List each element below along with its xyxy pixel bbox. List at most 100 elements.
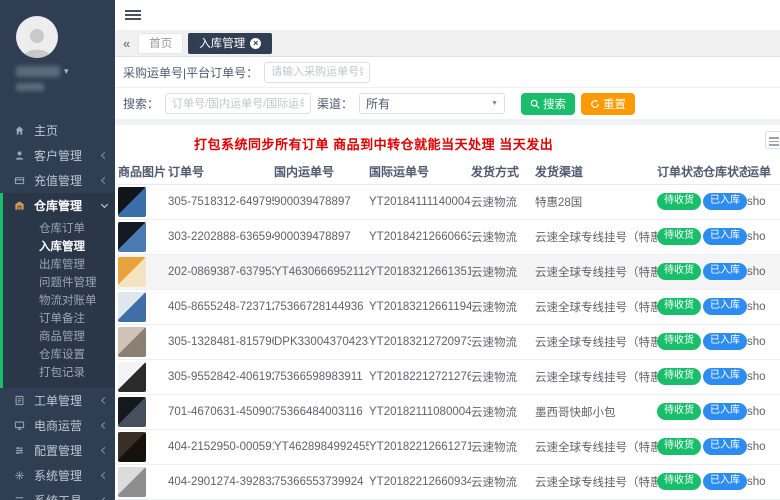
sidebar-subitem-warehouse-orders[interactable]: 仓库订单 — [3, 220, 115, 238]
refresh-icon — [591, 99, 599, 108]
table-row[interactable]: 305-7518312-6497952 900039478897 YT2018411… — [118, 184, 780, 220]
table-row[interactable]: 405-8655248-7237124 75366728144936 YT20183… — [118, 289, 780, 325]
warehouse-status-badge: 已入库 — [703, 438, 747, 455]
sidebar-subitem-order-remarks[interactable]: 订单备注 — [3, 310, 115, 328]
user-icon — [14, 150, 28, 162]
purchase-tracking-label: 采购运单号|平台订单号： — [123, 65, 259, 80]
app-window: ▾ 主页 客户管理 充值管理 仓库管理仓库订单 入库管理 出库管理 问题件管理 物流对账单 订单… — [0, 0, 780, 500]
order-number-cell: 404-2152950-0005918 — [168, 429, 274, 465]
user-name-blurred[interactable]: ▾ — [16, 66, 115, 77]
product-image[interactable] — [118, 326, 146, 357]
purchase-tracking-input[interactable] — [264, 61, 371, 83]
member-cell: sho — [747, 429, 780, 465]
chevron-left-icon — [100, 421, 109, 430]
table-row[interactable]: 305-1328481-8157960 DPK330043704233 YT2018… — [118, 324, 780, 360]
shipping-channel-cell: 云速全球专线挂号（特惠带电） — [535, 464, 657, 500]
order-status-badge: 待收货 — [657, 333, 701, 350]
warehouse-status-badge: 已入库 — [703, 368, 747, 385]
table-row[interactable]: 202-0869387-6379533 YT4630666952112 YT2018… — [118, 254, 780, 290]
chevron-down-icon: ▾ — [64, 66, 69, 76]
sidebar-item-system-tools[interactable]: 系统工具 — [0, 488, 115, 500]
product-image[interactable] — [118, 466, 146, 497]
intl-tracking-cell: YT2018421266066390 — [369, 219, 471, 255]
warehouse-status-cell: 已入库 — [703, 184, 747, 220]
sidebar-menu: 主页 客户管理 充值管理 仓库管理仓库订单 入库管理 出库管理 问题件管理 物流对账单 订单备注… — [0, 118, 115, 500]
sidebar-subitem-logistics-statement[interactable]: 物流对账单 — [3, 292, 115, 310]
product-image[interactable] — [118, 361, 146, 392]
order-status-cell: 待收货 — [657, 254, 703, 290]
shipping-channel-cell: 云速全球专线挂号（特惠带电） — [535, 289, 657, 325]
tabs-collapse-button[interactable]: « — [119, 36, 134, 51]
warehouse-status-badge: 已入库 — [703, 333, 747, 350]
menu-toggle-icon[interactable] — [125, 8, 141, 22]
chevron-left-icon — [100, 176, 109, 185]
tab-inbound-mgmt[interactable]: 入库管理 × — [188, 32, 273, 54]
search-input[interactable] — [165, 93, 312, 114]
sidebar-subitem-outbound-mgmt[interactable]: 出库管理 — [3, 256, 115, 274]
table-row[interactable]: 701-4670631-4509033 75366484003116 YT20182… — [118, 394, 780, 430]
product-image[interactable] — [118, 186, 146, 217]
filter-panel: 采购运单号|平台订单号： 搜索： 渠道： 所有 ▼ — [115, 57, 780, 119]
member-cell: sho — [747, 289, 780, 325]
table-row[interactable]: 404-2152950-0005918 YT4628984992455 YT2018… — [118, 429, 780, 465]
monitor-icon — [14, 420, 28, 432]
shipping-method-cell: 云速物流 — [471, 359, 535, 395]
shipping-channel-cell: 特惠28国 — [535, 184, 657, 220]
table-row[interactable]: 404-2901274-3928327 75366553739924 YT20182… — [118, 464, 780, 500]
shipping-method-cell: 云速物流 — [471, 394, 535, 430]
shipping-method-cell: 云速物流 — [471, 289, 535, 325]
sidebar-item-warehouse-mgmt[interactable]: 仓库管理 — [3, 193, 115, 218]
order-status-badge: 待收货 — [657, 438, 701, 455]
product-image[interactable] — [118, 431, 146, 462]
shipping-channel-cell: 云速全球专线挂号（特惠普货） — [535, 359, 657, 395]
chevron-left-icon — [100, 471, 109, 480]
product-image-cell — [118, 219, 168, 255]
table-panel: 打包系统同步所有订单 商品到中转仓就能当天处理 当天发出 商品图片 订单号 国内运单… — [115, 125, 780, 500]
member-cell: sho — [747, 464, 780, 500]
order-status-cell: 待收货 — [657, 219, 703, 255]
warehouse-status-cell: 已入库 — [703, 359, 747, 395]
sidebar-item-customer-mgmt[interactable]: 客户管理 — [0, 143, 115, 168]
close-icon[interactable]: × — [250, 37, 262, 49]
product-image[interactable] — [118, 221, 146, 252]
search-button[interactable]: 搜索 — [521, 92, 576, 115]
order-number-cell: 701-4670631-4509033 — [168, 394, 274, 430]
warehouse-icon — [14, 200, 28, 212]
product-image-cell — [118, 254, 168, 290]
warehouse-status-cell: 已入库 — [703, 254, 747, 290]
intl-tracking-cell: YT2018321266119403 — [369, 289, 471, 325]
sidebar-item-workorder-mgmt[interactable]: 工单管理 — [0, 388, 115, 413]
table-row[interactable]: 305-9552842-4061929 75366598983911 YT20182… — [118, 359, 780, 395]
sidebar-subitem-warehouse-settings[interactable]: 仓库设置 — [3, 346, 115, 364]
sidebar-item-system-mgmt[interactable]: 系统管理 — [0, 463, 115, 488]
order-status-badge: 待收货 — [657, 368, 701, 385]
avatar[interactable] — [16, 16, 58, 58]
chevron-left-icon — [100, 396, 109, 405]
sidebar-item-ecommerce-ops[interactable]: 电商运营 — [0, 413, 115, 438]
intl-tracking-cell: YT2018411114000469 — [369, 184, 471, 220]
warehouse-status-cell: 已入库 — [703, 394, 747, 430]
member-cell: sho — [747, 324, 780, 360]
intl-tracking-cell: YT2018221266127119 — [369, 429, 471, 465]
sidebar-subitem-inbound-mgmt[interactable]: 入库管理 — [3, 238, 115, 256]
intl-tracking-cell: YT2018221266093490 — [369, 464, 471, 500]
channel-select[interactable]: 所有 ▼ — [359, 93, 506, 114]
product-image[interactable] — [118, 396, 146, 427]
sidebar-subitem-problem-items[interactable]: 问题件管理 — [3, 274, 115, 292]
table-settings-button[interactable] — [765, 131, 780, 149]
blurred-subtitle — [16, 83, 44, 91]
sidebar-item-home[interactable]: 主页 — [0, 118, 115, 143]
product-image[interactable] — [118, 291, 146, 322]
product-image[interactable] — [118, 256, 146, 287]
sidebar-item-recharge-mgmt[interactable]: 充值管理 — [0, 168, 115, 193]
tab-home[interactable]: 首页 — [138, 32, 184, 54]
shipping-method-cell: 云速物流 — [471, 324, 535, 360]
sidebar-subitem-product-mgmt[interactable]: 商品管理 — [3, 328, 115, 346]
column-header: 发货渠道 — [535, 159, 657, 185]
reset-button[interactable]: 重置 — [581, 92, 636, 115]
table-row[interactable]: 303-2202888-6365943 900039478897 YT2018421… — [118, 219, 780, 255]
sidebar-item-config-mgmt[interactable]: 配置管理 — [0, 438, 115, 463]
sidebar-subitem-packing-records[interactable]: 打包记录 — [3, 364, 115, 382]
column-header: 发货方式 — [471, 159, 535, 185]
order-status-cell: 待收货 — [657, 394, 703, 430]
